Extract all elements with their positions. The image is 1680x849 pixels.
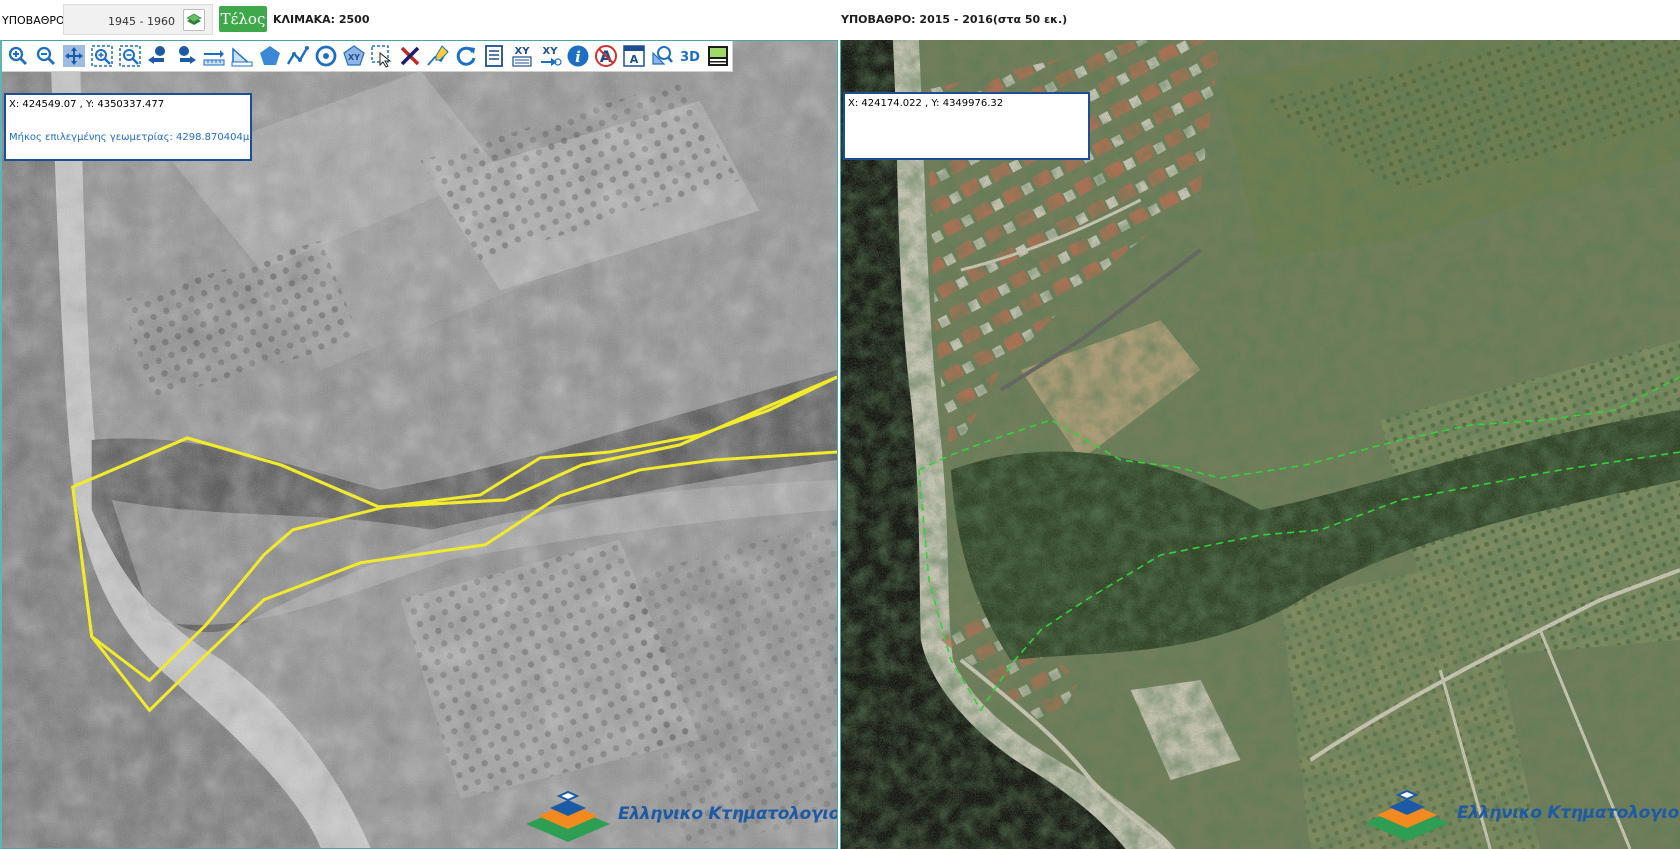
- no-label-icon: A: [595, 45, 617, 67]
- clear-button[interactable]: [396, 42, 424, 71]
- pan-button[interactable]: [60, 42, 88, 71]
- left-coordinates: X: 424549.07 , Y: 4350337.477: [9, 99, 165, 110]
- print-button[interactable]: [704, 42, 732, 71]
- right-coordinates: X: 424174.022 , Y: 4349976.32: [848, 98, 1004, 109]
- measure-length-icon: [203, 50, 225, 66]
- right-base-title: ΥΠΟΒΑΘΡΟ: 2015 - 2016(στα 50 εκ.): [841, 13, 1068, 26]
- base-label: ΥΠΟΒΑΘΡΟ:: [2, 14, 69, 27]
- xy-goto-button[interactable]: XY: [536, 42, 564, 71]
- circle-icon: [315, 45, 337, 67]
- svg-text:3D: 3D: [680, 50, 700, 65]
- info-button[interactable]: i: [564, 42, 592, 71]
- svg-text:XY: XY: [348, 53, 360, 62]
- zoom-in-icon: [8, 46, 27, 65]
- svg-text:XY: XY: [515, 46, 531, 57]
- zoom-in-button[interactable]: [4, 42, 32, 71]
- previous-extent-icon: [148, 46, 165, 64]
- zoom-box-out-button[interactable]: [116, 42, 144, 71]
- svg-text:XY: XY: [543, 46, 559, 57]
- map-toolbar: XY XY XY i A A 3D: [2, 41, 733, 72]
- right-ktimatologio-logo: Ελληνικο Κτηματολογιο: [1361, 785, 1679, 841]
- edit-vertices-icon: [427, 45, 449, 66]
- right-logo-text: Ελληνικο Κτηματολογιο: [1457, 803, 1679, 823]
- select-button[interactable]: [368, 42, 396, 71]
- clear-icon: [400, 46, 420, 66]
- draw-polyline-icon: [286, 46, 309, 65]
- text-label-button[interactable]: A: [620, 42, 648, 71]
- scale-label: ΚΛΙΜΑΚΑ: 2500: [273, 13, 370, 26]
- print-icon: [708, 46, 728, 66]
- refresh-button[interactable]: [452, 42, 480, 71]
- circle-button[interactable]: [312, 42, 340, 71]
- info-icon: i: [567, 45, 589, 67]
- search-area-button[interactable]: [648, 42, 676, 71]
- select-icon: [371, 45, 392, 68]
- draw-polygon-button[interactable]: [256, 42, 284, 71]
- right-coordinates-box: X: 424174.022 , Y: 4349976.32: [843, 92, 1090, 160]
- zoom-out-button[interactable]: [32, 42, 60, 71]
- xy-list-icon: XY: [512, 46, 532, 67]
- base-year-selector[interactable]: 1945 - 1960: [63, 4, 213, 35]
- measure-area-icon: [231, 47, 253, 67]
- xy-goto-icon: XY: [541, 46, 562, 66]
- next-extent-button[interactable]: [172, 42, 200, 71]
- draw-polyline-button[interactable]: [284, 42, 312, 71]
- report-icon: [485, 45, 503, 67]
- orthophoto-image: [841, 40, 1680, 849]
- zoom-out-icon: [36, 46, 55, 65]
- report-button[interactable]: [480, 42, 508, 71]
- ktimatologio-logo-icon: [1365, 789, 1449, 841]
- top-header: ΥΠΟΒΑΘΡΟ: 1945 - 1960 Τέλος ΚΛΙΜΑΚΑ: 250…: [0, 0, 1680, 40]
- measured-length: Μήκος επιλεγμένης γεωμετρίας: 4298.87040…: [9, 132, 253, 143]
- draw-polygon-icon: [260, 46, 280, 65]
- ktimatologio-logo-icon: [526, 790, 610, 842]
- no-label-button[interactable]: A: [592, 42, 620, 71]
- measure-area-button[interactable]: [228, 42, 256, 71]
- zoom-box-out-icon: [119, 45, 141, 67]
- zoom-box-in-button[interactable]: [88, 42, 116, 71]
- pan-icon: [63, 45, 85, 67]
- refresh-icon: [456, 46, 476, 66]
- right-map-panel[interactable]: X: 424174.022 , Y: 4349976.32 Ελληνικο Κ…: [840, 40, 1680, 849]
- previous-extent-button[interactable]: [144, 42, 172, 71]
- next-extent-icon: [179, 46, 196, 64]
- 3d-view-button[interactable]: 3D: [676, 42, 704, 71]
- layers-icon[interactable]: [183, 9, 205, 31]
- end-button[interactable]: Τέλος: [219, 6, 267, 32]
- left-map-panel[interactable]: XY XY XY i A A 3D X: 424549.07 , Y: 4350…: [0, 40, 838, 849]
- 3d-icon: 3D: [680, 50, 700, 65]
- zoom-box-in-icon: [91, 45, 113, 67]
- map-compare-app: ΥΠΟΒΑΘΡΟ: 1945 - 1960 Τέλος ΚΛΙΜΑΚΑ: 250…: [0, 0, 1680, 849]
- left-ktimatologio-logo: Ελληνικο Κτηματολογιο: [522, 786, 838, 842]
- xy-list-button[interactable]: XY: [508, 42, 536, 71]
- base-year-value: 1945 - 1960: [108, 15, 175, 28]
- svg-text:A: A: [630, 53, 639, 66]
- text-label-icon: A: [623, 45, 645, 67]
- measure-length-button[interactable]: [200, 42, 228, 71]
- search-area-icon: [652, 46, 674, 65]
- xy-polygon-button[interactable]: XY: [340, 42, 368, 71]
- svg-text:i: i: [575, 48, 581, 66]
- edit-vertices-button[interactable]: [424, 42, 452, 71]
- xy-polygon-icon: XY: [343, 45, 365, 66]
- left-logo-text: Ελληνικο Κτηματολογιο: [618, 804, 838, 824]
- left-coordinates-box: X: 424549.07 , Y: 4350337.477 Μήκος επιλ…: [4, 93, 252, 161]
- historical-aerial-image: [2, 41, 837, 848]
